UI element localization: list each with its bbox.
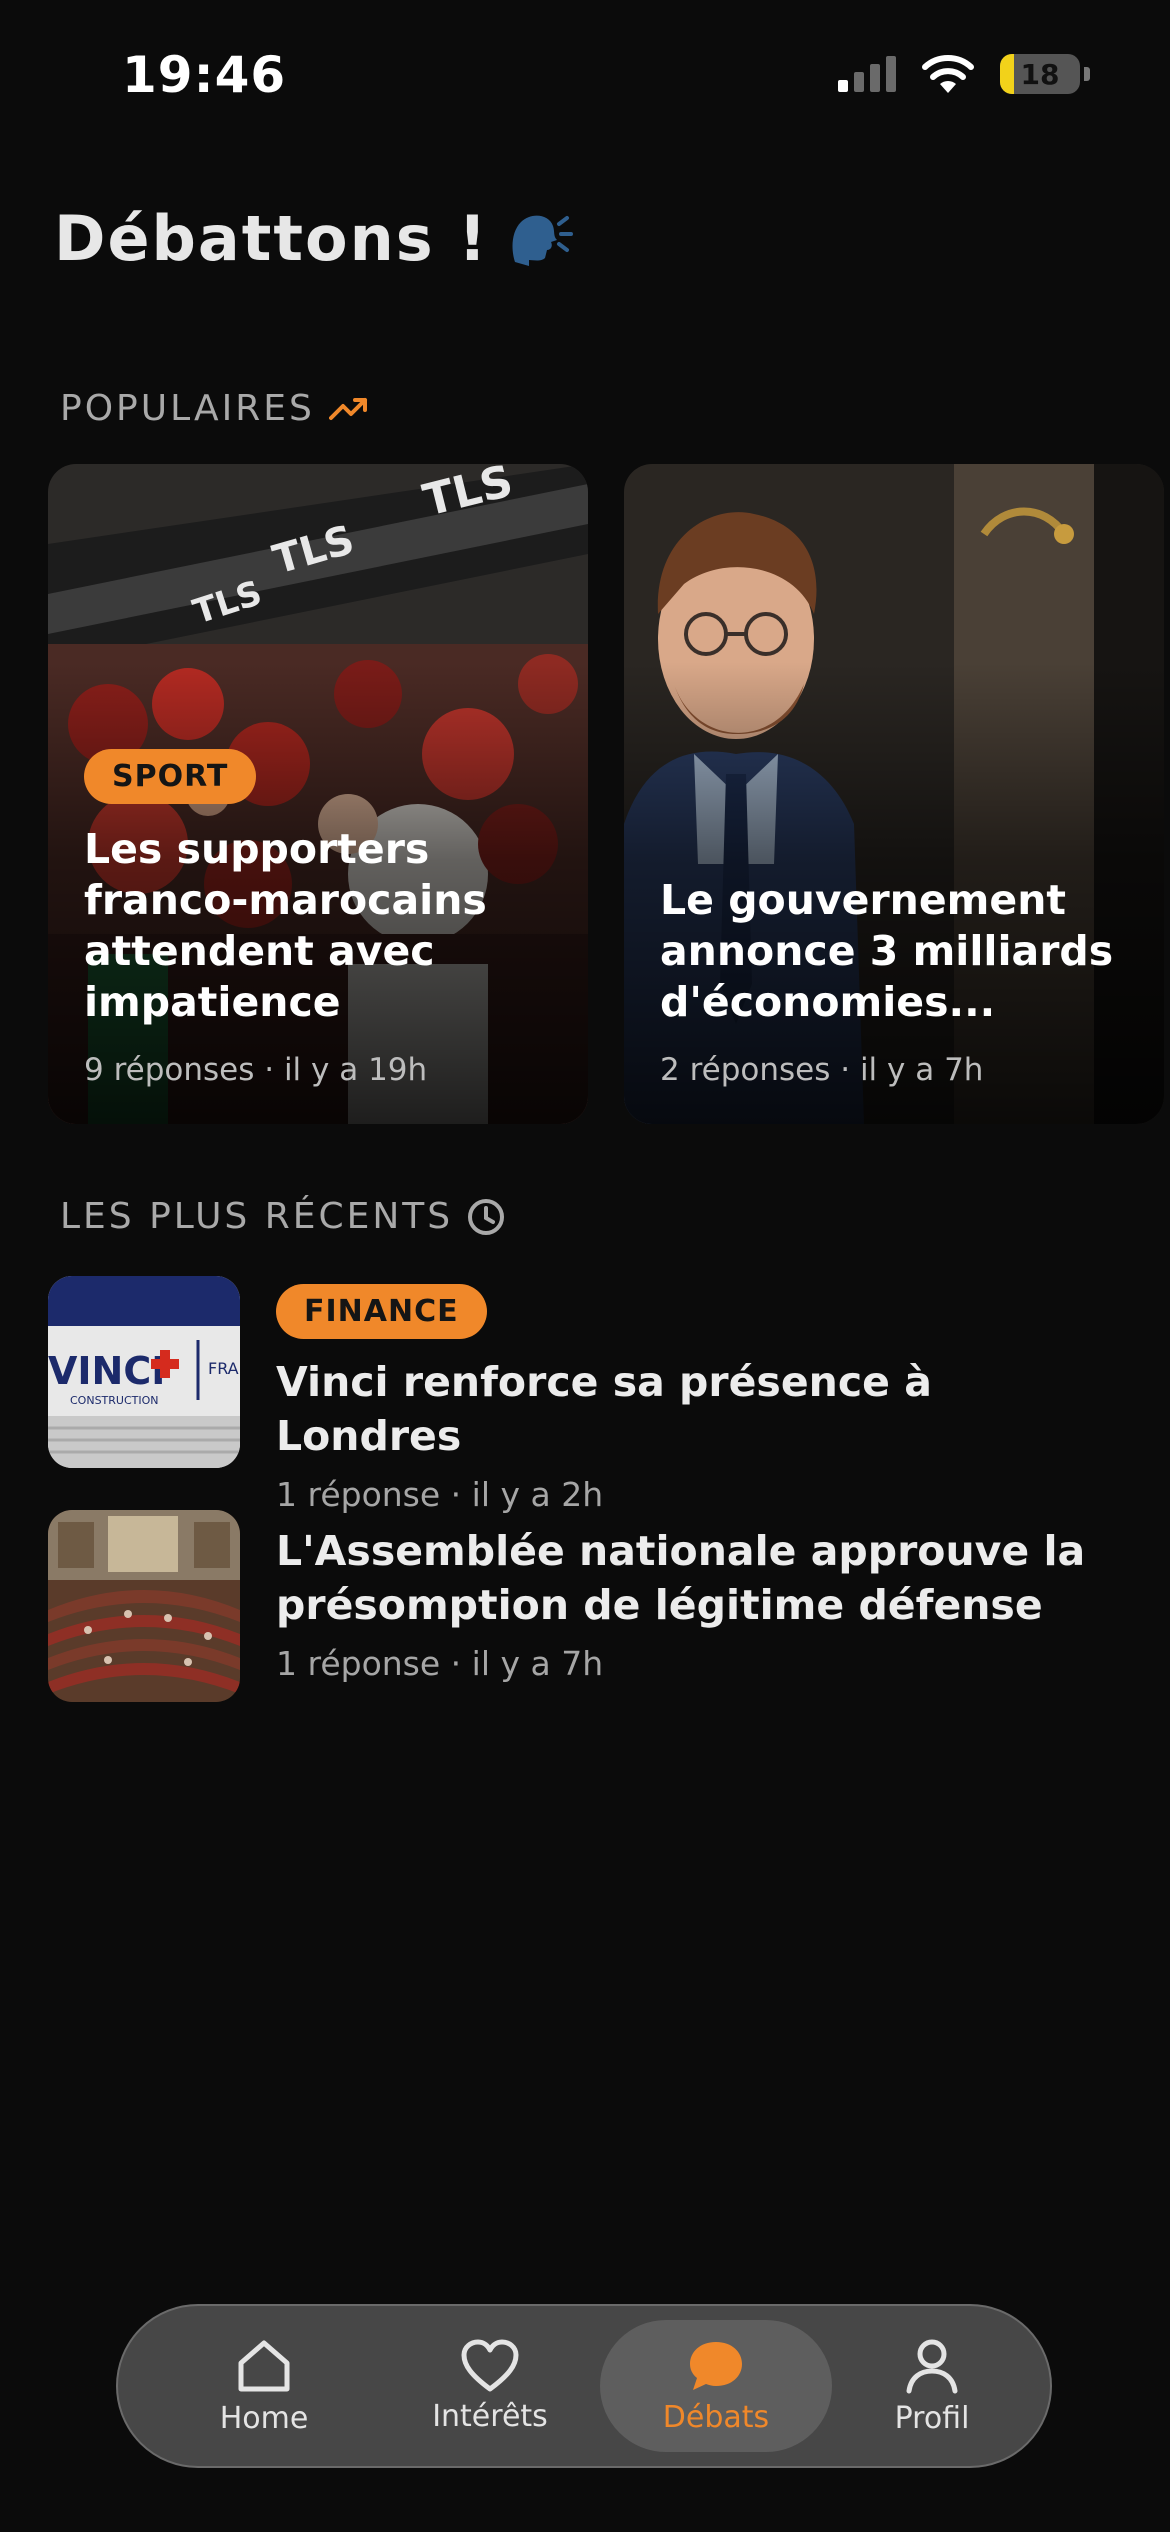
wifi-icon [922,55,974,93]
section-title-popular: POPULAIRES [60,388,369,429]
bottom-tab-bar: Home Intérêts Débats Profil [116,2304,1052,2468]
card-title: Les supporters franco-marocains attenden… [84,825,487,1026]
clock-icon [468,1198,505,1235]
user-icon [906,2339,958,2393]
recent-list-item[interactable]: L'Assemblée nationale approuve la présom… [48,1510,1128,1702]
card-meta: 2 réponses · il y a 7h [660,1052,984,1088]
page-title: Débattons ! [54,202,573,275]
recent-item-title: Vinci renforce sa présence à Londres [276,1358,932,1460]
category-tag: SPORT [84,749,257,804]
section-title-recent-text: LES PLUS RÉCENTS [60,1196,454,1237]
card-meta: 9 réponses · il y a 19h [84,1052,428,1088]
speaking-head-icon [512,215,573,266]
recent-item-text: L'Assemblée nationale approuve la présom… [276,1524,1128,1683]
battery-fill [1000,54,1015,94]
tab-profile[interactable]: Profil [832,2306,1032,2466]
status-time: 19:46 [122,46,287,104]
recent-list-item[interactable]: VINCI CONSTRUCTION FRA FINANCE Vinci ren… [48,1276,1128,1514]
tab-debates-label: Débats [662,2399,770,2435]
recent-thumbnail: VINCI CONSTRUCTION FRA [48,1276,240,1468]
tab-debates[interactable]: Débats [600,2320,832,2452]
popular-card[interactable]: TLS TLS TLS SPORT Les supporters franco-… [48,464,588,1124]
tab-home[interactable]: Home [164,2306,364,2466]
category-tag: FINANCE [276,1284,487,1339]
heart-icon [461,2339,519,2391]
trending-up-icon [328,397,367,420]
section-title-popular-text: POPULAIRES [60,388,315,429]
card-title: Le gouvernement annonce 3 milliards d'éc… [660,876,1114,1026]
tab-home-label: Home [219,2400,309,2436]
popular-carousel[interactable]: TLS TLS TLS SPORT Les supporters franco-… [48,464,1170,1124]
cellular-signal-icon [838,56,896,92]
tab-interests[interactable]: Intérêts [390,2306,590,2466]
page-title-text: Débattons ! [54,202,489,275]
section-title-recent: LES PLUS RÉCENTS [60,1196,505,1237]
thumbnail-logo-text: VINCI [48,1349,165,1393]
home-icon [238,2340,290,2391]
battery-cap [1084,67,1090,81]
card-content: SPORT Les supporters franco-marocains at… [84,749,562,1088]
thumbnail-vinci-sign: VINCI CONSTRUCTION FRA [48,1276,240,1468]
tab-interests-label: Intérêts [432,2398,548,2434]
thumbnail-side-text: FRA [208,1359,239,1378]
recent-item-meta: 1 réponse · il y a 2h [276,1475,604,1514]
status-icons: 18 [838,54,1090,94]
battery-indicator: 18 [1000,54,1080,94]
popular-card[interactable]: Le gouvernement annonce 3 milliards d'éc… [624,464,1164,1124]
chat-bubble-icon [690,2341,742,2390]
recent-item-meta: 1 réponse · il y a 7h [276,1644,604,1683]
recent-thumbnail [48,1510,240,1702]
thumbnail-assembly-hemicycle [48,1510,240,1702]
recent-item-title: L'Assemblée nationale approuve la présom… [276,1527,1086,1629]
thumbnail-sub-text: CONSTRUCTION [70,1394,159,1407]
recent-item-text: FINANCE Vinci renforce sa présence à Lon… [276,1284,1128,1514]
card-content: Le gouvernement annonce 3 milliards d'éc… [660,875,1138,1088]
battery-level-text: 18 [1020,57,1060,91]
tab-profile-label: Profil [894,2400,970,2436]
